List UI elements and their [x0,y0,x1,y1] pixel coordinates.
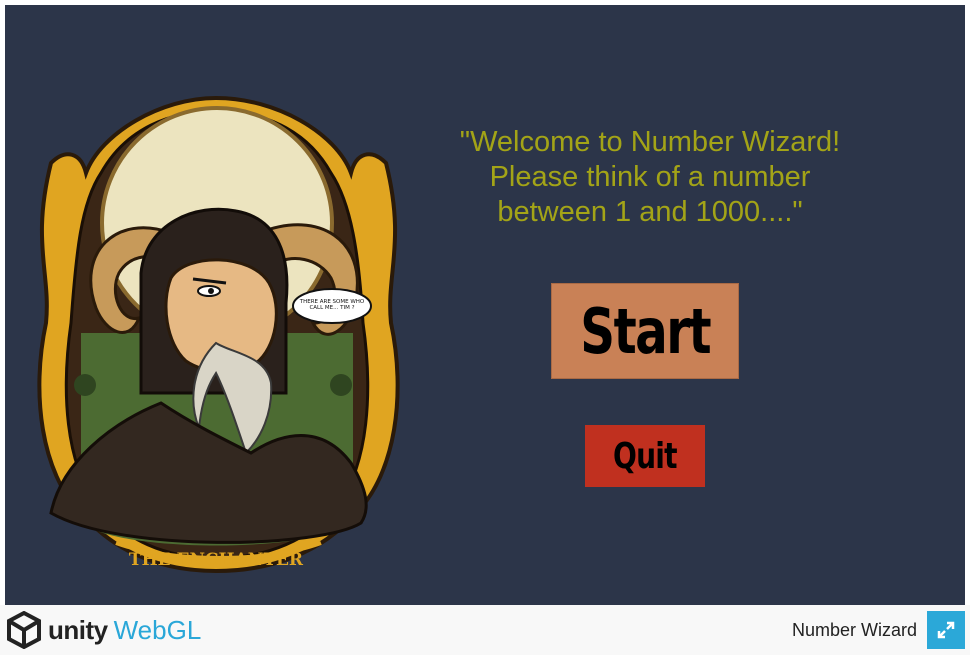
quit-button[interactable]: Quit [585,425,705,487]
fullscreen-button[interactable] [927,611,965,649]
webgl-footer: unity WebGL Number Wizard [0,605,970,655]
welcome-message: "Welcome to Number Wizard! Please think … [459,126,841,228]
unity-logo-icon [7,611,41,649]
start-button-label: Start [580,294,711,368]
enchanter-banner: THE ENCHANTER [129,550,304,570]
fullscreen-expand-icon [937,621,955,639]
game-title: Number Wizard [791,620,917,640]
webgl-wordmark: WebGL [113,614,202,645]
unity-wordmark: unity [48,614,108,645]
start-button[interactable]: Start [551,283,739,379]
unity-webgl-logo: unity WebGL [6,611,201,649]
enchanter-illustration: THERE ARE SOME WHO CALL ME... TIM ? THE E… [37,95,400,573]
game-canvas[interactable]: THERE ARE SOME WHO CALL ME... TIM ? THE E… [5,5,965,605]
quit-button-label: Quit [613,435,678,477]
